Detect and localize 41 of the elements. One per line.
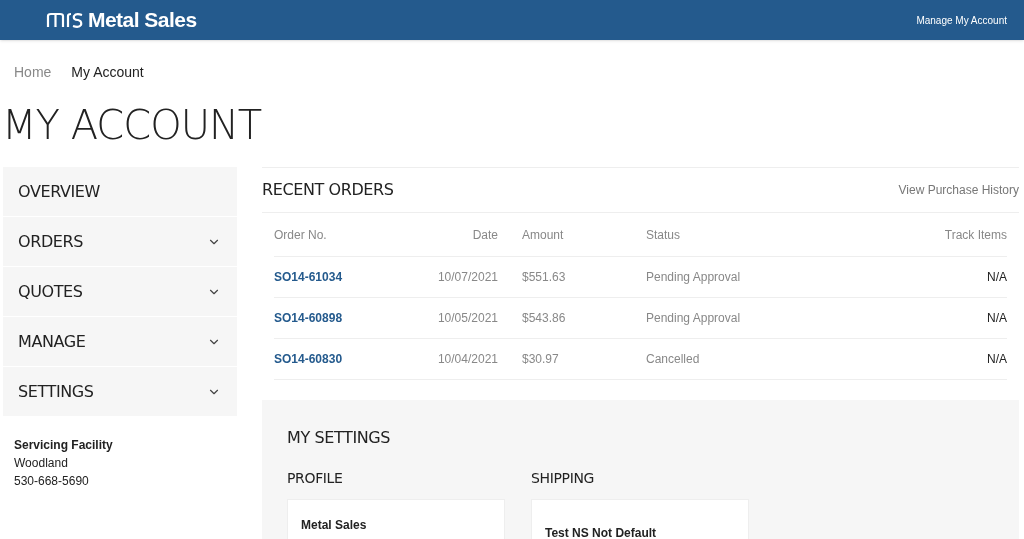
table-cell-text: 10/05/2021 [437,310,498,327]
manage-account-link[interactable]: Manage My Account [916,12,1007,28]
card-title: Metal Sales [301,518,367,532]
order-link[interactable]: SO14-60898 [274,309,343,327]
breadcrumb-link[interactable]: My Account [71,62,144,83]
facility-name: Woodland [14,455,69,472]
sidebar-item[interactable]: OVERVIEW [3,167,237,216]
column-header: Order No. [274,213,398,257]
column-header: Amount [498,213,646,257]
sidebar-item[interactable]: QUOTES [3,267,237,316]
settings-title: MY SETTINGS [287,427,392,449]
order-link[interactable]: SO14-61034 [274,268,343,286]
logo-icon [46,11,84,29]
table-cell-text: Cancelled [646,351,700,368]
table-cell-text: N/A [987,269,1007,286]
breadcrumb-link[interactable]: Home [14,62,52,83]
table-cell-text: 10/07/2021 [437,269,498,286]
table-cell-text: Pending Approval [646,269,741,286]
table-cell-text: Pending Approval [646,310,741,327]
table-cell-text: 10/04/2021 [437,351,498,368]
column-header: Status [646,213,846,257]
purchase-history-link[interactable]: View Purchase History [898,181,1019,199]
settings-section-title: SHIPPING [531,469,596,488]
sidebar-item[interactable]: SETTINGS [3,367,237,416]
page-title: MY ACCOUNT [2,105,263,145]
column-header: Date [398,213,498,257]
sidebar-item[interactable]: ORDERS [3,217,237,266]
section-title: RECENT ORDERS [262,179,394,201]
table-cell-text: $551.63 [522,269,566,286]
table-cell-text: N/A [987,310,1007,327]
table-cell-text: $30.97 [522,351,559,368]
facility-phone: 530-668-5690 [14,473,90,490]
order-link[interactable]: SO14-60830 [274,350,343,368]
card-title: Test NS Not Default [545,526,657,539]
table-cell-text: $543.86 [522,310,566,327]
column-header: Track Items [846,213,1007,257]
table-cell-text: N/A [987,351,1007,368]
brand-name: Metal Sales [88,7,197,34]
facility-heading: Servicing Facility [14,437,114,454]
sidebar-item[interactable]: MANAGE [3,317,237,366]
settings-section-title: PROFILE [287,469,344,488]
